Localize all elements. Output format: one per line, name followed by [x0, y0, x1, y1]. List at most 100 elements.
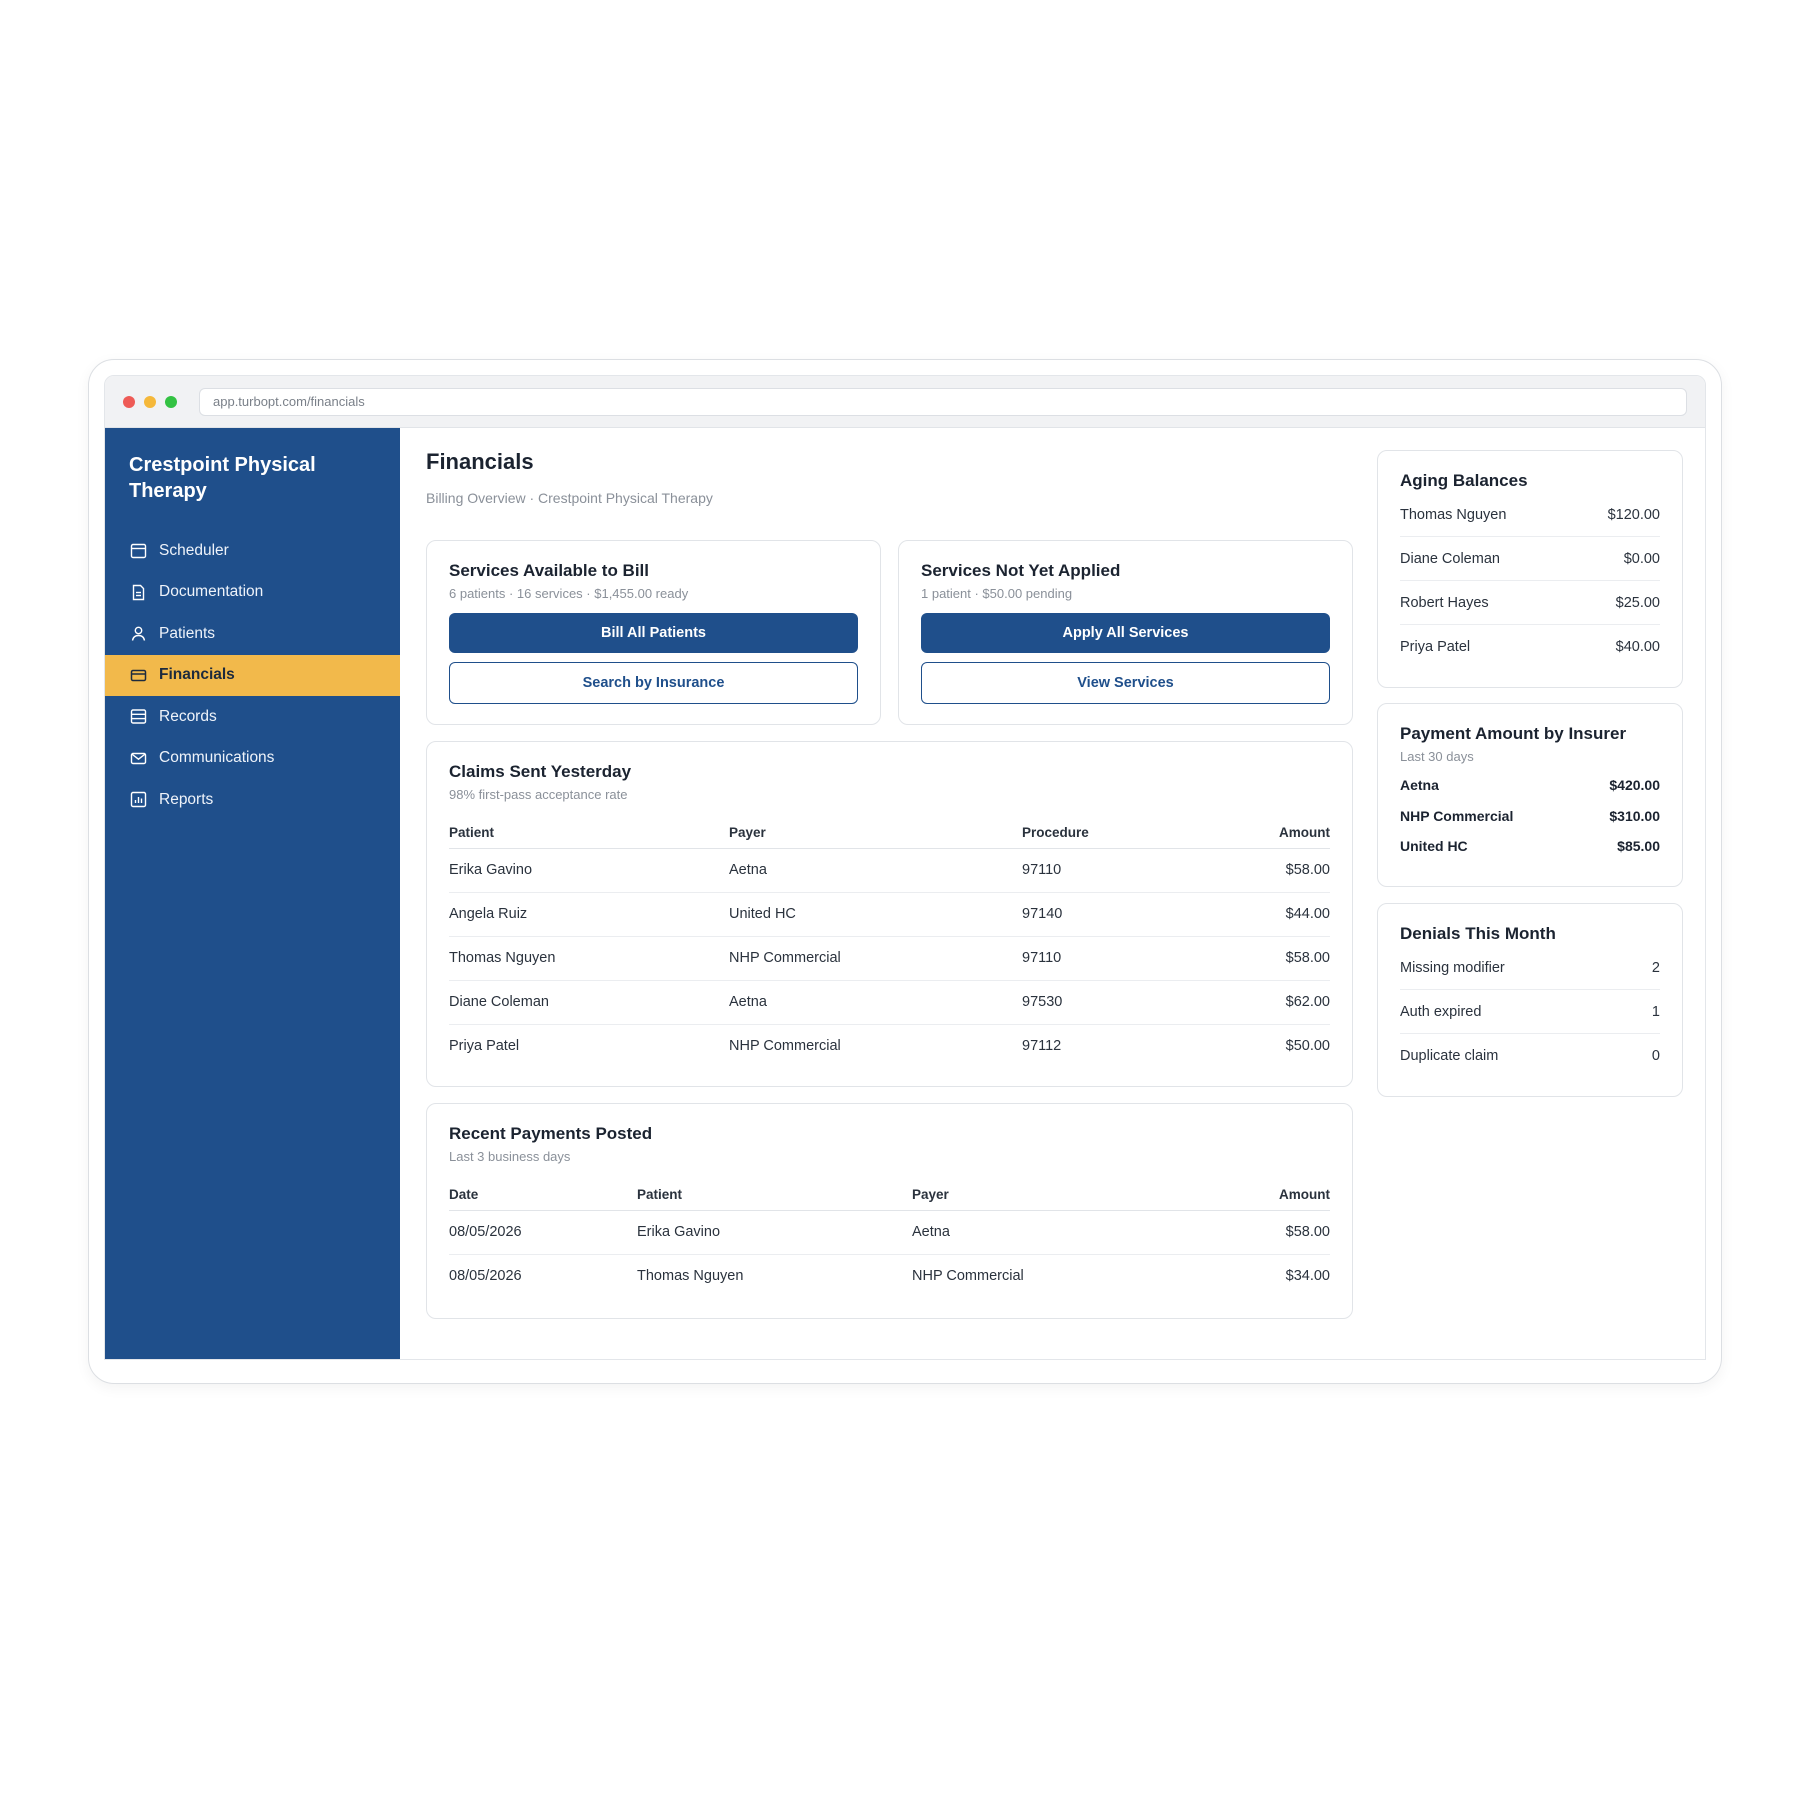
maximize-window-dot[interactable]: [165, 395, 177, 408]
list-item: NHP Commercial $310.00: [1400, 801, 1660, 832]
cell-payer: NHP Commercial: [729, 1038, 841, 1055]
patient-name: Priya Patel: [1400, 639, 1471, 655]
cell-payer: United HC: [729, 892, 1022, 937]
card-title: Services Available to Bill: [449, 561, 649, 580]
cell-payer: Aetna: [729, 980, 1022, 1025]
cell-amount: $58.00: [1212, 936, 1330, 981]
list-item[interactable]: Robert Hayes $25.00: [1400, 581, 1660, 625]
list-item: United HC $85.00: [1400, 831, 1660, 862]
list-item[interactable]: Diane Coleman $0.00: [1400, 537, 1660, 581]
cell-payer: Aetna: [729, 848, 1022, 893]
table-row[interactable]: Thomas Nguyen NHP Commercial 97110 $58.0…: [449, 936, 1330, 981]
balance-amount: $0.00: [1623, 550, 1660, 567]
close-window-dot[interactable]: [123, 395, 135, 408]
document-icon: [129, 583, 147, 601]
sidebar: Crestpoint Physical Therapy Scheduler Do…: [105, 428, 400, 1359]
cell-procedure: 97110: [1022, 936, 1212, 981]
cell-patient: Diane Coleman: [449, 980, 729, 1025]
sidebar-item-label: Financials: [159, 666, 235, 684]
list-item: Aetna $420.00: [1400, 770, 1660, 801]
cell-patient: Thomas Nguyen: [637, 1268, 744, 1285]
table-header-row: Patient Payer Procedure Amount: [449, 818, 1330, 849]
sidebar-item-financials[interactable]: Financials: [105, 654, 400, 696]
cell-date: 08/05/2026: [449, 1210, 637, 1255]
sidebar-item-label: Scheduler: [159, 541, 229, 559]
table-row[interactable]: Priya Patel NHP Commercial 97112 $50.00: [449, 1024, 1330, 1068]
view-services-button[interactable]: View Services: [921, 662, 1330, 704]
insurer-amount: $310.00: [1609, 807, 1660, 824]
list-item[interactable]: Duplicate claim 0: [1400, 1034, 1660, 1078]
list-item[interactable]: Missing modifier 2: [1400, 946, 1660, 990]
insurer-amount: $420.00: [1609, 777, 1660, 794]
insurer-amount: $85.00: [1617, 838, 1660, 855]
denial-reason: Missing modifier: [1400, 959, 1505, 976]
sidebar-item-patients[interactable]: Patients: [105, 613, 400, 655]
sidebar-item-label: Documentation: [159, 583, 264, 601]
sidebar-item-documentation[interactable]: Documentation: [105, 572, 400, 614]
insurer-name: NHP Commercial: [1400, 807, 1514, 824]
sidebar-item-label: Communications: [159, 749, 275, 767]
address-bar[interactable]: app.turbopt.com/financials: [199, 388, 1687, 416]
cell-patient: Erika Gavino: [449, 848, 729, 893]
list-item[interactable]: Priya Patel $40.00: [1400, 625, 1660, 669]
cell-procedure: 97140: [1022, 892, 1212, 937]
sidebar-item-records[interactable]: Records: [105, 696, 400, 738]
patient-name: Diane Coleman: [1400, 550, 1500, 567]
cell-procedure: 97112: [1022, 1038, 1062, 1055]
column-header: Amount: [1212, 1180, 1330, 1211]
sidebar-item-reports[interactable]: Reports: [105, 779, 400, 821]
cell-amount: $62.00: [1212, 980, 1330, 1025]
cell-patient: Thomas Nguyen: [449, 936, 729, 981]
recent-payments-card: Recent Payments Posted Last 3 business d…: [426, 1103, 1353, 1319]
denial-count: 0: [1651, 1048, 1660, 1064]
list-item[interactable]: Thomas Nguyen $120.00: [1400, 493, 1660, 537]
card-title: Claims Sent Yesterday: [449, 762, 632, 781]
denial-count: 1: [1651, 1003, 1660, 1020]
table-row[interactable]: 08/05/2026 Thomas Nguyen NHP Commercial …: [449, 1254, 1330, 1298]
table-row[interactable]: Angela Ruiz United HC 97140 $44.00: [449, 892, 1330, 937]
column-header: Procedure: [1022, 818, 1212, 849]
list-item[interactable]: Auth expired 1: [1400, 990, 1660, 1034]
table-row[interactable]: Erika Gavino Aetna 97110 $58.00: [449, 848, 1330, 893]
claims-table: Patient Payer Procedure Amount Erika Gav…: [449, 818, 1330, 1068]
column-header: Payer: [729, 818, 1022, 849]
cell-patient: Angela Ruiz: [449, 892, 729, 937]
bill-all-patients-button[interactable]: Bill All Patients: [449, 613, 858, 653]
card-subtitle: 98% first-pass acceptance rate: [449, 787, 628, 802]
table-row[interactable]: Diane Coleman Aetna 97530 $62.00: [449, 980, 1330, 1025]
browser-chrome: app.turbopt.com/financials: [105, 376, 1705, 428]
credit-card-icon: [129, 666, 147, 684]
balance-amount: $120.00: [1607, 506, 1660, 523]
sidebar-item-scheduler[interactable]: Scheduler: [105, 530, 400, 572]
balance-amount: $40.00: [1615, 639, 1660, 655]
sidebar-item-label: Reports: [159, 790, 214, 808]
sidebar-item-communications[interactable]: Communications: [105, 738, 400, 780]
cell-payer: Aetna: [912, 1210, 1212, 1255]
records-icon: [129, 708, 147, 726]
card-subtitle: Last 30 days: [1400, 749, 1474, 764]
table-header-row: Date Patient Payer Amount: [449, 1180, 1330, 1211]
card-title: Payment Amount by Insurer: [1400, 724, 1627, 743]
cell-amount: $44.00: [1212, 892, 1330, 937]
cell-patient: Priya Patel: [449, 1038, 520, 1055]
main-content: Financials Billing Overview · Crestpoint…: [400, 428, 1705, 1359]
column-header: Patient: [449, 818, 729, 849]
mail-icon: [129, 749, 147, 767]
card-title: Aging Balances: [1400, 471, 1528, 490]
cell-patient: Erika Gavino: [637, 1210, 912, 1255]
table-row[interactable]: 08/05/2026 Erika Gavino Aetna $58.00: [449, 1210, 1330, 1255]
cell-payer: NHP Commercial: [729, 936, 1022, 981]
apply-all-services-button[interactable]: Apply All Services: [921, 613, 1330, 653]
page-subtitle: Billing Overview · Crestpoint Physical T…: [426, 490, 713, 506]
card-subtitle: 1 patient · $50.00 pending: [921, 586, 1073, 601]
card-subtitle: Last 3 business days: [449, 1149, 571, 1164]
cell-amount: $58.00: [1212, 848, 1330, 893]
services-not-applied-card: Services Not Yet Applied 1 patient · $50…: [898, 540, 1353, 725]
search-by-insurance-button[interactable]: Search by Insurance: [449, 662, 858, 704]
card-title: Services Not Yet Applied: [921, 561, 1121, 580]
column-header: Patient: [637, 1180, 912, 1211]
column-header: Date: [449, 1180, 637, 1211]
card-title: Recent Payments Posted: [449, 1124, 653, 1143]
minimize-window-dot[interactable]: [144, 395, 156, 408]
denial-reason: Duplicate claim: [1400, 1048, 1499, 1064]
